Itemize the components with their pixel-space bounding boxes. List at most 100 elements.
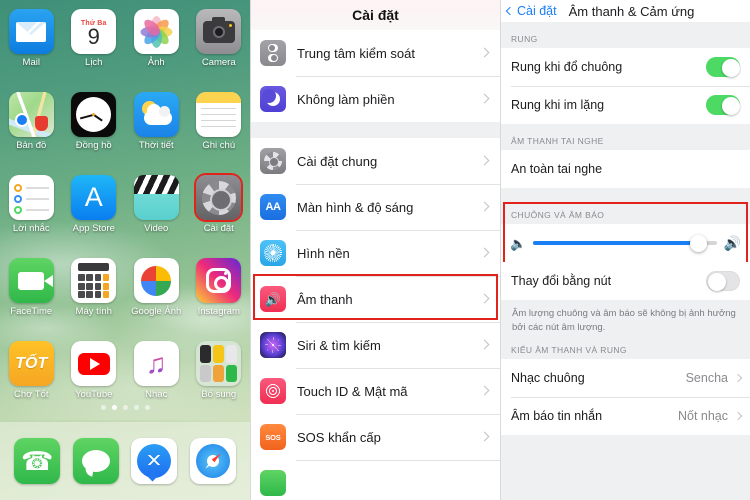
app-label: Thời tiết — [138, 140, 174, 151]
screenshot-root: Mail Thứ Ba 9 Lịch Ảnh Camera Bản đồ Đồn… — [0, 0, 750, 500]
app-instagram[interactable]: Instagram — [188, 255, 251, 333]
messenger-icon[interactable] — [131, 438, 178, 484]
settings-row-siri-search[interactable]: Siri & tìm kiếm — [251, 322, 500, 368]
settings-group-2: Cài đặt chung AA Màn hình & độ sáng Hình… — [251, 138, 500, 500]
app-calculator[interactable]: Máy tính — [63, 255, 126, 333]
app-label: Chợ Tốt — [13, 389, 49, 400]
weather-icon — [133, 92, 179, 137]
app-weather[interactable]: Thời tiết — [125, 89, 188, 167]
app-settings[interactable]: Cài đặt — [188, 172, 251, 250]
settings-row-control-center[interactable]: Trung tâm kiểm soát — [251, 30, 500, 76]
ringer-volume-slider[interactable] — [533, 234, 717, 252]
row-vibrate-on-silent[interactable]: Rung khi im lặng — [501, 86, 750, 124]
settings-row-partial[interactable] — [251, 460, 500, 500]
page-dot[interactable] — [100, 405, 106, 410]
row-label: Nhạc chuông — [511, 371, 585, 385]
youtube-icon — [71, 341, 117, 386]
battery-icon — [260, 470, 286, 496]
ringer-volume-row: 🔈 🔊 — [501, 224, 750, 262]
sounds-haptics-panel: Cài đặt Âm thanh & Cảm ứng RUNG Rung khi… — [500, 0, 750, 500]
row-change-with-buttons[interactable]: Thay đổi bằng nút — [501, 262, 750, 300]
video-icon — [133, 175, 179, 220]
back-button-label: Cài đặt — [517, 4, 557, 18]
sound-pattern-group: Nhạc chuông Sencha Âm báo tin nhắn Nốt n… — [501, 359, 750, 435]
settings-row-wallpaper[interactable]: Hình nền — [251, 230, 500, 276]
app-calendar[interactable]: Thứ Ba 9 Lịch — [63, 6, 126, 84]
settings-row-emergency-sos[interactable]: SOS SOS khẩn cấp — [251, 414, 500, 460]
vibrate-group: Rung khi đổ chuông Rung khi im lặng — [501, 48, 750, 124]
app-video[interactable]: Video — [125, 172, 188, 250]
app-label: Nhạc — [145, 389, 168, 400]
chevron-right-icon — [479, 247, 490, 258]
app-label: Instagram — [197, 306, 240, 317]
row-text-tone[interactable]: Âm báo tin nhắn Nốt nhạc — [501, 397, 750, 435]
settings-row-general[interactable]: Cài đặt chung — [251, 138, 500, 184]
navigation-bar: Cài đặt Âm thanh & Cảm ứng — [501, 0, 750, 22]
ringer-alerts-section: CHUÔNG VÀ ÂM BÁO 🔈 🔊 — [501, 202, 750, 264]
chevron-right-icon — [479, 339, 490, 350]
app-photos[interactable]: Ảnh — [125, 6, 188, 84]
section-header-sound-pattern: KIỂU ÂM THANH VÀ RUNG — [511, 345, 627, 355]
app-camera[interactable]: Camera — [188, 6, 251, 84]
iphone-home-screen: Mail Thứ Ba 9 Lịch Ảnh Camera Bản đồ Đồn… — [0, 0, 250, 500]
row-ringtone[interactable]: Nhạc chuông Sencha — [501, 359, 750, 397]
app-maps[interactable]: Bản đồ — [0, 89, 63, 167]
app-google-photos[interactable]: Google Ảnh — [125, 255, 188, 333]
messages-icon[interactable] — [72, 438, 119, 484]
app-label: Đồng hồ — [75, 140, 112, 151]
music-icon: ♫ — [133, 341, 179, 386]
settings-row-label: Cài đặt chung — [297, 153, 378, 169]
app-reminders[interactable]: Lời nhắc — [0, 172, 63, 250]
row-label: Âm báo tin nhắn — [511, 409, 603, 423]
row-label: Rung khi im lặng — [511, 98, 605, 112]
section-header-vibrate: RUNG — [511, 34, 538, 44]
control-center-icon — [260, 40, 286, 66]
settings-title: Cài đặt — [251, 0, 500, 30]
chevron-right-icon — [479, 431, 490, 442]
mail-icon — [8, 9, 54, 54]
chevron-right-icon — [479, 155, 490, 166]
app-facetime[interactable]: FaceTime — [0, 255, 63, 333]
settings-row-touch-id-passcode[interactable]: Touch ID & Mật mã — [251, 368, 500, 414]
calculator-icon — [71, 258, 117, 303]
dock: ☎ — [0, 422, 250, 500]
chevron-left-icon — [505, 6, 515, 16]
row-vibrate-on-ring[interactable]: Rung khi đổ chuông — [501, 48, 750, 86]
page-dot[interactable] — [133, 405, 139, 410]
section-header-headphone-audio: ÂM THANH TAI NGHE — [511, 136, 604, 146]
settings-row-sounds[interactable]: 🔊 Âm thanh — [251, 276, 500, 322]
chevron-right-icon — [733, 411, 743, 420]
row-headphone-safety[interactable]: An toàn tai nghe — [501, 150, 750, 188]
settings-icon — [196, 175, 242, 220]
app-mail[interactable]: Mail — [0, 6, 63, 84]
app-label: YouTube — [75, 389, 113, 400]
settings-row-display-brightness[interactable]: AA Màn hình & độ sáng — [251, 184, 500, 230]
app-icon-grid: Mail Thứ Ba 9 Lịch Ảnh Camera Bản đồ Đồn… — [0, 6, 250, 416]
app-notes[interactable]: Ghi chú — [188, 89, 251, 167]
page-dots — [0, 405, 250, 410]
page-dot[interactable] — [122, 405, 128, 410]
section-header-ringer-alerts: CHUÔNG VÀ ÂM BÁO — [511, 210, 605, 220]
settings-row-label: Siri & tìm kiếm — [297, 337, 381, 353]
page-title: Âm thanh & Cảm ứng — [568, 3, 695, 19]
app-app-store[interactable]: A App Store — [63, 172, 126, 250]
folder-icon — [196, 341, 242, 386]
back-button[interactable]: Cài đặt — [505, 4, 557, 18]
siri-icon — [260, 332, 286, 358]
chotot-icon: TỐT — [8, 341, 54, 386]
safari-icon[interactable] — [189, 438, 236, 484]
app-label: Bản đồ — [16, 140, 47, 151]
settings-row-do-not-disturb[interactable]: Không làm phiền — [251, 76, 500, 122]
app-label: Camera — [201, 57, 236, 68]
page-dot[interactable] — [144, 405, 150, 410]
phone-icon[interactable]: ☎ — [14, 438, 61, 484]
toggle-change-with-buttons[interactable] — [706, 271, 740, 291]
app-label: Mail — [22, 57, 40, 68]
reminders-icon — [8, 175, 54, 220]
slider-thumb[interactable] — [689, 234, 707, 252]
chevron-right-icon — [479, 201, 490, 212]
page-dot-active[interactable] — [111, 405, 117, 410]
toggle-vibrate-on-ring[interactable] — [706, 57, 740, 77]
app-clock[interactable]: Đồng hồ — [63, 89, 126, 167]
toggle-vibrate-on-silent[interactable] — [706, 95, 740, 115]
